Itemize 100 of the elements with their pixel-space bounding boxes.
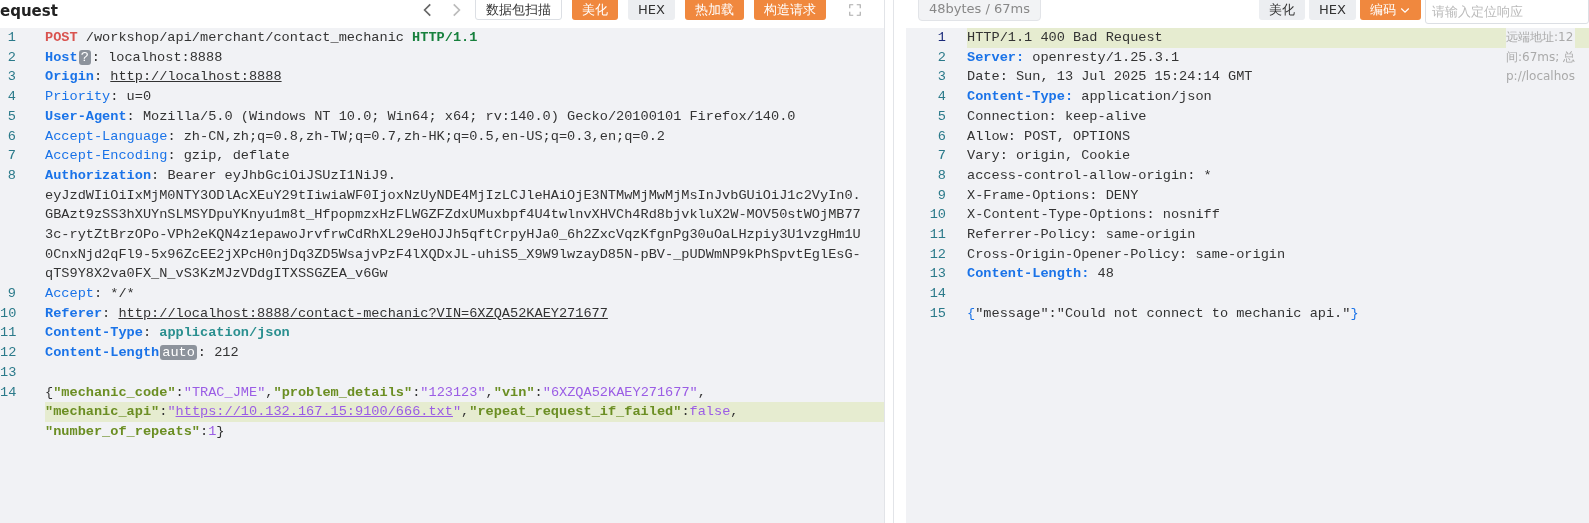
header-name: User-Agent — [45, 108, 127, 124]
code-text: : — [412, 384, 421, 400]
code-text: , — [485, 384, 494, 400]
line-number: 12 — [928, 245, 946, 264]
json-key: "mechanic_api" — [45, 404, 160, 420]
code-text: eyJzdWIiOiIxMjM0NTY3ODlAcXEuY29tIiwiaWF0IjoxNzUyNDE4MjIzLCJleHAiOjE3NTMwMjMwMjMsInJvbGUiOiJ1c2VyIn0. — [45, 187, 861, 203]
header-name: Content-Type — [45, 325, 143, 341]
line-number: 3 — [936, 68, 946, 87]
line-number: 13 — [928, 265, 946, 284]
line-number: 14 — [0, 383, 16, 402]
line-number: 1 — [6, 29, 16, 47]
code-text: Connection: keep-alive — [967, 108, 1147, 124]
line-number: 9 — [6, 285, 16, 304]
line-number: 11 — [0, 324, 16, 343]
line-number: 4 — [936, 88, 946, 107]
toolbar-button[interactable]: HEX — [628, 0, 675, 20]
header-name: Origin — [45, 69, 94, 85]
code-text: Cross-Origin-Opener-Policy: same-origin — [967, 246, 1286, 262]
json-key: "repeat_request_if_failed" — [469, 404, 682, 420]
header-name: Accept-Encoding — [45, 148, 168, 164]
content-type-value: application/json — [159, 325, 290, 341]
code-text: 0CnxNjd2qFl9-5x96ZcEE2jXPcH0njDq3ZD5WsajvPzF4lXQDxJL-uhiS5_X9W9lwzayD85N-pBV-_pUDWmNP9kPhSpvtEglEsG- — [45, 246, 861, 262]
url-link[interactable]: http://localhost:8888/contact-mechanic?VIN=6XZQA52KAEY271677 — [118, 305, 608, 321]
line-number: 8 — [6, 166, 16, 185]
line-number: 10 — [0, 304, 16, 323]
code-text: Referrer-Policy: same-origin — [967, 227, 1196, 243]
response-stats: 48bytes / 67ms — [918, 0, 1041, 21]
line-number: 14 — [928, 285, 946, 304]
line-number: 10 — [928, 206, 946, 225]
code-text: "message":"Could not connect to mechanic api." — [975, 305, 1351, 321]
code-text: : Bearer eyJhbGciOiJSUzI1NiJ9. — [151, 167, 396, 183]
code-text: : Mozilla/5.0 (Windows NT 10.0; Win64; x64; rv:140.0) Gecko/20100101 Firefox/140.0 — [126, 108, 796, 124]
code-text: application/json — [1080, 89, 1212, 105]
line-number: 1 — [936, 29, 946, 47]
toolbar-button[interactable]: 数据包扫描 — [475, 0, 563, 20]
line-number: 9 — [936, 186, 946, 205]
header-name: Content-Length — [45, 345, 160, 361]
toolbar-button[interactable]: 美化 — [1259, 0, 1306, 20]
info-text: p://localhos — [1506, 68, 1576, 86]
code-text: : — [142, 325, 153, 341]
code-text: , — [461, 404, 470, 420]
line-number: 6 — [6, 127, 16, 146]
fullscreen-icon[interactable] — [848, 3, 862, 17]
code-text: , — [697, 384, 706, 400]
header-name: Referer — [45, 305, 103, 321]
line-number: 8 — [936, 166, 946, 185]
http-version: HTTP/1.1 — [412, 30, 478, 45]
code-text: Date: Sun, 13 Jul 2025 15:24:14 GMT — [967, 69, 1253, 85]
code-text: : — [175, 384, 184, 400]
code-text: X-Frame-Options: DENY — [967, 187, 1139, 203]
line-number: 15 — [928, 304, 946, 323]
json-value: " — [167, 404, 176, 420]
header-name: Authorization — [45, 167, 152, 183]
json-value: 1 — [208, 423, 217, 439]
json-value: false — [689, 404, 731, 420]
line-number: 13 — [0, 363, 16, 382]
toolbar-button[interactable]: HEX — [1309, 0, 1356, 20]
line-number: 5 — [936, 107, 946, 126]
code-text: : — [200, 423, 209, 439]
code-text: 3c-rytZtBrzOPo-VPh2eKQN4z1epawoJrvfrwCdRhXL29eHOJJh5qftCrpyHJa0_6h2ZxcVqzKfgnPg30uOaLHzpiy3U1vzgHm1U — [45, 227, 861, 242]
info-text: 间:67ms; 总 — [1506, 48, 1576, 66]
json-value: " — [452, 404, 462, 420]
json-value: "123123" — [420, 384, 486, 400]
code-text: : localhost:8888 — [91, 49, 223, 65]
code-text: Allow: POST, OPTIONS — [967, 128, 1131, 144]
json-key: "vin" — [493, 384, 535, 400]
code-text: , — [730, 404, 739, 420]
url-link[interactable]: http://localhost:8888 — [110, 69, 282, 85]
code-text: : u=0 — [110, 89, 152, 105]
code-text: { — [45, 384, 54, 400]
line-number: 12 — [0, 344, 16, 363]
code-text: GBAzt9zSS3hXUYnSLMSYDpuYKnyu1m8t_HfpopmzxHzFLWGZFZdxUMuxbpf4U4twlnvXHVCh4Rd8bjvkluX2W-MOV50stWOjMB77 — [45, 207, 861, 223]
panel-title: equest — [0, 2, 58, 20]
code-text: : */* — [93, 286, 135, 302]
code-text: qTS9Y8X2va0FX_N_vS3KzMJzVDdgITXSSGZEA_v6Gw — [45, 266, 388, 282]
search-field[interactable]: 请输入定位响应 — [1425, 0, 1589, 24]
header-name: Priority — [45, 89, 111, 105]
code-text: /workshop/api/merchant/contact_mechanic — [84, 30, 405, 45]
code-text: : gzip, deflate — [167, 148, 290, 164]
line-number: 4 — [6, 88, 16, 107]
code-text: openresty/1.25.3.1 — [1031, 49, 1180, 65]
code-text: : 212 — [197, 345, 239, 361]
hint-badge: ? — [78, 49, 91, 65]
header-name: Content-Type: — [967, 89, 1074, 105]
code-text: : — [534, 384, 543, 400]
header-name: Accept-Language — [45, 128, 168, 144]
json-value: "6XZQA52KAEY271677" — [542, 384, 698, 400]
info-text: 远端地址:12 — [1506, 29, 1575, 46]
header-name: Accept — [45, 286, 94, 302]
line-number: 2 — [6, 48, 16, 67]
line-number: 5 — [6, 107, 16, 126]
code-text: HTTP/1.1 400 Bad Request — [967, 30, 1163, 45]
code-text: , — [265, 384, 274, 400]
json-value: "TRAC_JME" — [183, 384, 266, 400]
json-key: "number_of_repeats" — [45, 423, 200, 439]
header-name: Content-Length: — [967, 266, 1090, 282]
code-text: : — [681, 404, 690, 420]
json-brace: { — [967, 305, 976, 321]
line-number: 3 — [6, 68, 16, 87]
json-key: "mechanic_code" — [53, 384, 176, 400]
